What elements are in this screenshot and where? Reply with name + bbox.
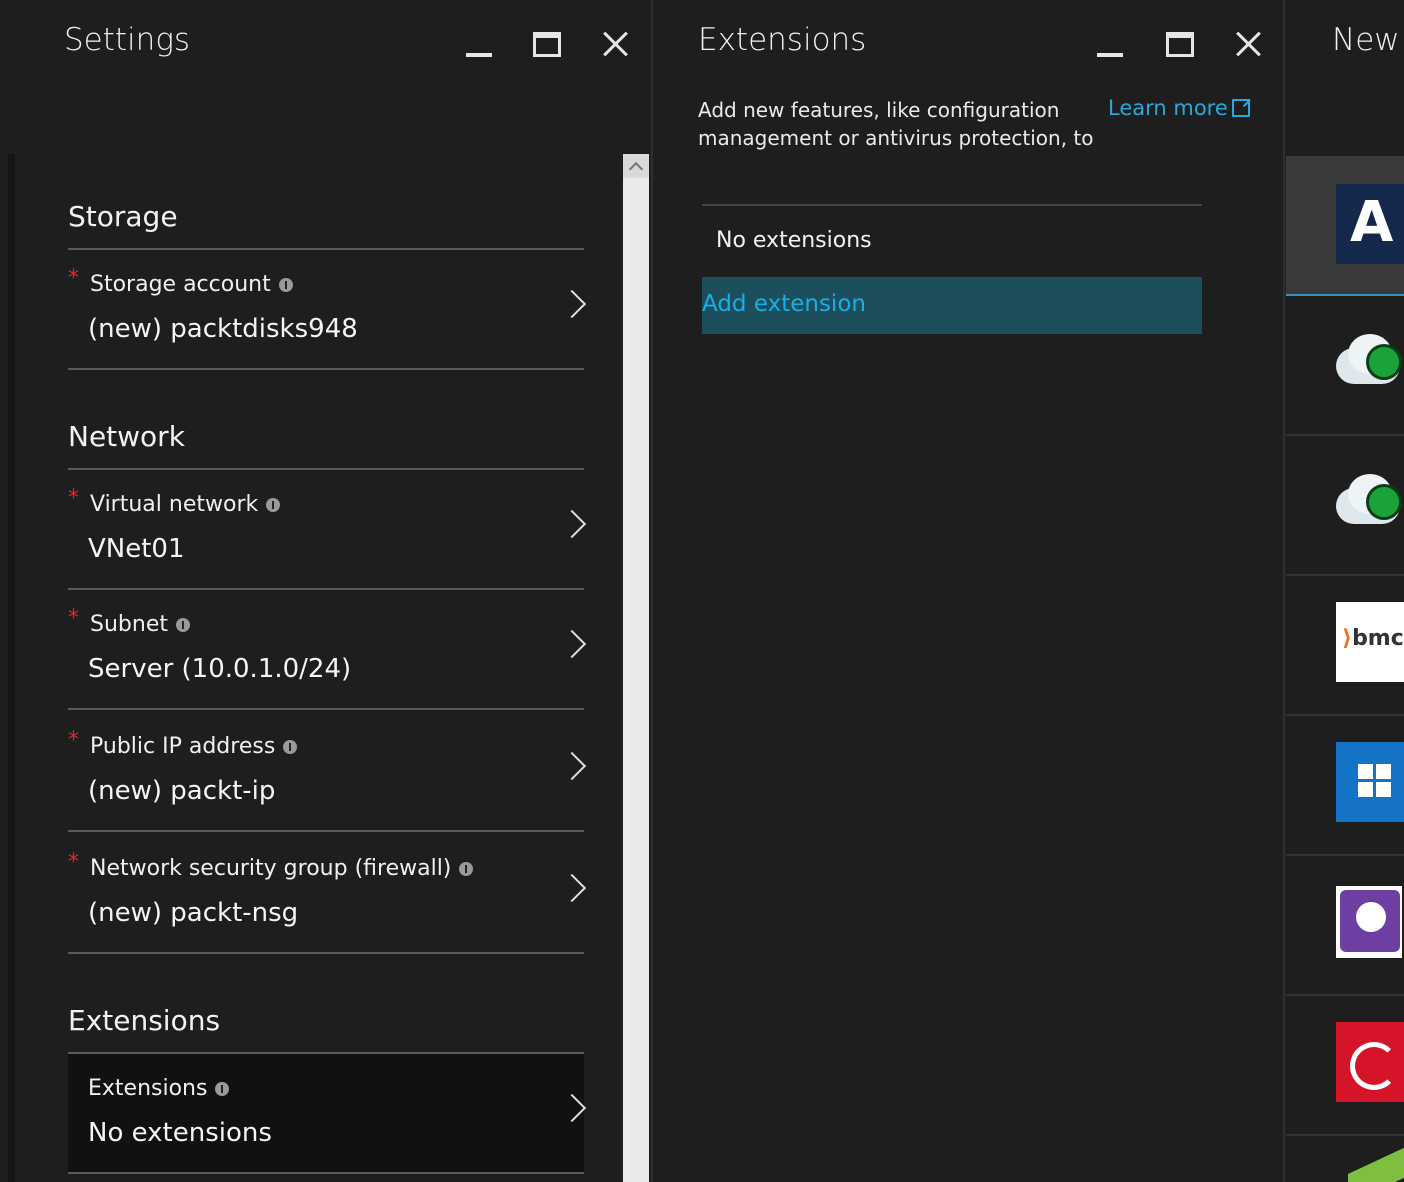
extensions-blade: Extensions Add new features, like config…: [653, 0, 1283, 1182]
marketplace-item[interactable]: [1286, 296, 1404, 436]
blade-gutter: [8, 154, 15, 1182]
row-label-text: Storage account: [90, 272, 271, 297]
settings-title: Settings: [64, 22, 191, 58]
logo-glyph: ⟩bmc: [1342, 626, 1404, 651]
marketplace-item[interactable]: A: [1286, 156, 1404, 296]
extensions-row[interactable]: Extensions No extensions: [68, 1054, 587, 1172]
minimize-button[interactable]: [462, 26, 496, 62]
close-button[interactable]: [598, 26, 632, 62]
extensions-title: Extensions: [698, 22, 867, 58]
subnet-value: Server (10.0.1.0/24): [88, 654, 352, 684]
divider: [68, 368, 584, 370]
info-icon[interactable]: [283, 739, 298, 754]
required-asterisk: *: [68, 486, 79, 511]
storage-account-label: Storage account: [90, 272, 293, 297]
close-button[interactable]: [1231, 26, 1265, 62]
blade-divider: [1283, 0, 1285, 1182]
partial-logo: [1348, 1146, 1404, 1182]
maximize-icon: [1166, 31, 1194, 57]
cloud-monitor-icon: [1336, 470, 1404, 530]
extensions-description: Add new features, like configuration man…: [698, 98, 1094, 150]
nsg-label: Network security group (firewall): [90, 856, 474, 881]
extensions-label: Extensions: [88, 1076, 230, 1101]
close-icon: [1235, 31, 1261, 57]
new-blade: New A ⟩bmc: [1286, 0, 1404, 1182]
new-title: New: [1332, 22, 1400, 58]
public-ip-value: (new) packt-ip: [88, 776, 276, 806]
chevron-up-icon: [628, 161, 644, 177]
required-asterisk: *: [68, 728, 79, 753]
chevron-right-icon: [557, 751, 587, 781]
divider: [68, 830, 584, 832]
divider: [68, 708, 584, 710]
chevron-right-icon: [557, 509, 587, 539]
info-icon[interactable]: [215, 1081, 230, 1096]
public-ip-row[interactable]: * Public IP address (new) packt-ip: [68, 712, 587, 830]
marketplace-item[interactable]: [1286, 856, 1404, 996]
extensions-value: No extensions: [88, 1118, 272, 1148]
public-ip-label: Public IP address: [90, 734, 298, 759]
nsg-value: (new) packt-nsg: [88, 898, 299, 928]
learn-more-link[interactable]: Learn more: [1108, 96, 1250, 120]
row-label-text: Extensions: [88, 1076, 208, 1101]
no-extensions-text: No extensions: [716, 228, 872, 253]
info-icon[interactable]: [175, 617, 190, 632]
marketplace-item[interactable]: ⟩bmc: [1286, 576, 1404, 716]
virtual-network-label: Virtual network: [90, 492, 281, 517]
chevron-right-icon: [557, 1093, 587, 1123]
chevron-right-icon: [557, 289, 587, 319]
divider: [68, 952, 584, 954]
divider: [68, 1172, 584, 1174]
maximize-icon: [533, 31, 561, 57]
row-label-text: Virtual network: [90, 492, 259, 517]
virtual-network-row[interactable]: * Virtual network VNet01: [68, 470, 587, 588]
trend-micro-logo: [1336, 1022, 1404, 1102]
info-icon[interactable]: [278, 277, 293, 292]
settings-blade: Settings Storage * Storage account (new)…: [8, 0, 651, 1182]
scrollbar[interactable]: [623, 154, 649, 1182]
minimize-icon: [466, 53, 492, 57]
chevron-right-icon: [557, 873, 587, 903]
row-label-text: Public IP address: [90, 734, 276, 759]
storage-account-row[interactable]: * Storage account (new) packtdisks948: [68, 250, 587, 368]
info-icon[interactable]: [459, 861, 474, 876]
learn-more-text: Learn more: [1108, 96, 1228, 120]
maximize-button[interactable]: [530, 26, 564, 62]
marketplace-item[interactable]: [1286, 716, 1404, 856]
bmc-logo: ⟩bmc: [1336, 602, 1404, 682]
add-extension-button[interactable]: Add extension: [702, 277, 1202, 334]
windows-logo: [1336, 742, 1404, 822]
section-header-network: Network: [68, 420, 185, 453]
datadog-logo: [1336, 886, 1402, 958]
virtual-network-value: VNet01: [88, 534, 185, 564]
divider: [702, 204, 1202, 206]
section-header-extensions: Extensions: [68, 1004, 221, 1037]
letter-a-logo: A: [1336, 184, 1404, 264]
info-icon[interactable]: [266, 497, 281, 512]
marketplace-item[interactable]: [1286, 996, 1404, 1136]
nsg-row[interactable]: * Network security group (firewall) (new…: [68, 834, 587, 952]
logo-glyph: A: [1350, 190, 1394, 255]
required-asterisk: *: [68, 266, 79, 291]
row-label-text: Subnet: [90, 612, 168, 637]
close-icon: [602, 31, 628, 57]
subnet-row[interactable]: * Subnet Server (10.0.1.0/24): [68, 590, 587, 708]
subnet-label: Subnet: [90, 612, 190, 637]
maximize-button[interactable]: [1163, 26, 1197, 62]
external-link-icon: [1231, 99, 1250, 117]
required-asterisk: *: [68, 850, 79, 875]
add-extension-label: Add extension: [702, 291, 866, 317]
section-header-storage: Storage: [68, 200, 178, 233]
chevron-right-icon: [557, 629, 587, 659]
required-asterisk: *: [68, 606, 79, 631]
marketplace-item[interactable]: [1286, 436, 1404, 576]
scroll-up-button[interactable]: [623, 154, 649, 178]
row-label-text: Network security group (firewall): [90, 856, 452, 881]
storage-account-value: (new) packtdisks948: [88, 314, 358, 344]
minimize-button[interactable]: [1093, 26, 1127, 62]
cloud-monitor-icon: [1336, 330, 1404, 390]
minimize-icon: [1097, 53, 1123, 57]
